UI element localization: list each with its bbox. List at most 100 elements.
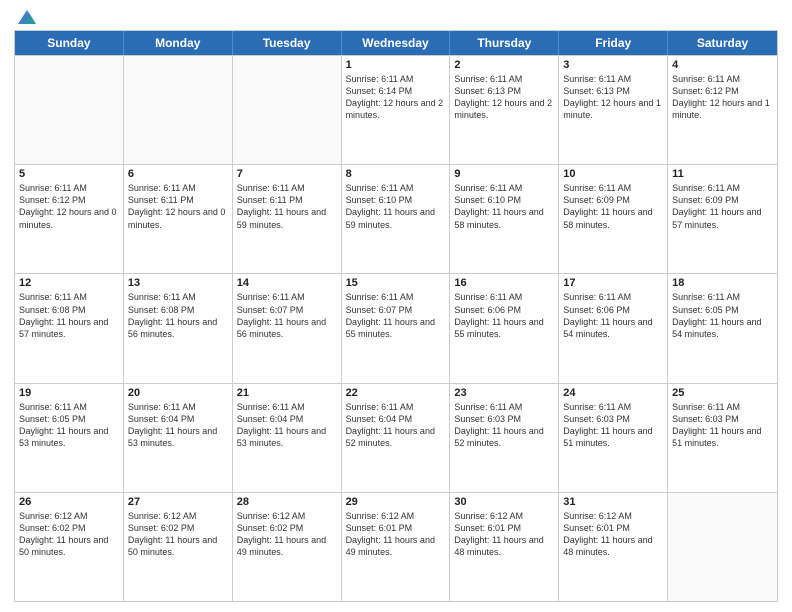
day-of-week-header: Monday — [124, 31, 233, 55]
calendar-cell: 18 Sunrise: 6:11 AM Sunset: 6:05 PM Dayli… — [668, 274, 777, 382]
day-info: Sunrise: 6:11 AM Sunset: 6:06 PM Dayligh… — [454, 291, 554, 340]
calendar-cell: 7 Sunrise: 6:11 AM Sunset: 6:11 PM Daylig… — [233, 165, 342, 273]
day-number: 17 — [563, 277, 663, 289]
day-info: Sunrise: 6:11 AM Sunset: 6:08 PM Dayligh… — [19, 291, 119, 340]
calendar-cell: 8Sunrise: 6:11 AM Sunset: 6:10 PM Daylig… — [342, 165, 451, 273]
day-number: 8 — [346, 168, 446, 180]
day-number: 19 — [19, 387, 119, 399]
calendar-cell: 4 Sunrise: 6:11 AM Sunset: 6:12 PM Daylig… — [668, 56, 777, 164]
day-info: Sunrise: 6:11 AM Sunset: 6:09 PM Dayligh… — [563, 182, 663, 231]
calendar-cell: 25Sunrise: 6:11 AM Sunset: 6:03 PM Dayli… — [668, 384, 777, 492]
day-number: 24 — [563, 387, 663, 399]
day-number: 20 — [128, 387, 228, 399]
calendar-cell: 12Sunrise: 6:11 AM Sunset: 6:08 PM Dayli… — [15, 274, 124, 382]
day-number: 14 — [237, 277, 337, 289]
calendar-cell: 20 Sunrise: 6:11 AM Sunset: 6:04 PM Dayli… — [124, 384, 233, 492]
calendar-cell: 27 Sunrise: 6:12 AM Sunset: 6:02 PM Dayli… — [124, 493, 233, 601]
day-number: 25 — [672, 387, 773, 399]
calendar-cell: 11 Sunrise: 6:11 AM Sunset: 6:09 PM Dayli… — [668, 165, 777, 273]
day-number: 9 — [454, 168, 554, 180]
calendar-cell — [233, 56, 342, 164]
calendar-cell: 9 Sunrise: 6:11 AM Sunset: 6:10 PM Daylig… — [450, 165, 559, 273]
calendar-cell: 5Sunrise: 6:11 AM Sunset: 6:12 PM Daylig… — [15, 165, 124, 273]
day-number: 4 — [672, 59, 773, 71]
day-info: Sunrise: 6:11 AM Sunset: 6:05 PM Dayligh… — [672, 291, 773, 340]
day-of-week-header: Wednesday — [342, 31, 451, 55]
calendar-cell: 19Sunrise: 6:11 AM Sunset: 6:05 PM Dayli… — [15, 384, 124, 492]
calendar-cell: 21 Sunrise: 6:11 AM Sunset: 6:04 PM Dayli… — [233, 384, 342, 492]
day-info: Sunrise: 6:11 AM Sunset: 6:04 PM Dayligh… — [128, 401, 228, 450]
calendar-body: 1 Sunrise: 6:11 AM Sunset: 6:14 PM Daylig… — [15, 55, 777, 601]
day-number: 21 — [237, 387, 337, 399]
day-info: Sunrise: 6:12 AM Sunset: 6:01 PM Dayligh… — [346, 510, 446, 559]
day-number: 13 — [128, 277, 228, 289]
day-of-week-header: Tuesday — [233, 31, 342, 55]
calendar-cell: 23 Sunrise: 6:11 AM Sunset: 6:03 PM Dayli… — [450, 384, 559, 492]
calendar-cell: 22Sunrise: 6:11 AM Sunset: 6:04 PM Dayli… — [342, 384, 451, 492]
day-info: Sunrise: 6:11 AM Sunset: 6:07 PM Dayligh… — [237, 291, 337, 340]
day-info: Sunrise: 6:11 AM Sunset: 6:14 PM Dayligh… — [346, 73, 446, 122]
day-info: Sunrise: 6:11 AM Sunset: 6:13 PM Dayligh… — [563, 73, 663, 122]
calendar-cell: 24 Sunrise: 6:11 AM Sunset: 6:03 PM Dayli… — [559, 384, 668, 492]
calendar-cell: 15Sunrise: 6:11 AM Sunset: 6:07 PM Dayli… — [342, 274, 451, 382]
day-of-week-header: Friday — [559, 31, 668, 55]
day-info: Sunrise: 6:11 AM Sunset: 6:07 PM Dayligh… — [346, 291, 446, 340]
page: SundayMondayTuesdayWednesdayThursdayFrid… — [0, 0, 792, 612]
day-info: Sunrise: 6:11 AM Sunset: 6:10 PM Dayligh… — [454, 182, 554, 231]
calendar-cell — [15, 56, 124, 164]
day-number: 31 — [563, 496, 663, 508]
day-number: 27 — [128, 496, 228, 508]
header — [14, 10, 778, 24]
day-info: Sunrise: 6:12 AM Sunset: 6:02 PM Dayligh… — [128, 510, 228, 559]
day-info: Sunrise: 6:11 AM Sunset: 6:06 PM Dayligh… — [563, 291, 663, 340]
day-number: 3 — [563, 59, 663, 71]
day-number: 29 — [346, 496, 446, 508]
calendar-week: 1 Sunrise: 6:11 AM Sunset: 6:14 PM Daylig… — [15, 55, 777, 164]
logo-icon — [16, 6, 38, 28]
calendar-cell: 13 Sunrise: 6:11 AM Sunset: 6:08 PM Dayli… — [124, 274, 233, 382]
calendar-cell — [668, 493, 777, 601]
day-info: Sunrise: 6:11 AM Sunset: 6:12 PM Dayligh… — [672, 73, 773, 122]
day-number: 28 — [237, 496, 337, 508]
day-number: 2 — [454, 59, 554, 71]
day-info: Sunrise: 6:11 AM Sunset: 6:08 PM Dayligh… — [128, 291, 228, 340]
day-info: Sunrise: 6:11 AM Sunset: 6:03 PM Dayligh… — [563, 401, 663, 450]
day-info: Sunrise: 6:11 AM Sunset: 6:09 PM Dayligh… — [672, 182, 773, 231]
calendar-cell: 30 Sunrise: 6:12 AM Sunset: 6:01 PM Dayli… — [450, 493, 559, 601]
day-number: 1 — [346, 59, 446, 71]
day-info: Sunrise: 6:11 AM Sunset: 6:11 PM Dayligh… — [237, 182, 337, 231]
calendar-header: SundayMondayTuesdayWednesdayThursdayFrid… — [15, 31, 777, 55]
day-info: Sunrise: 6:11 AM Sunset: 6:13 PM Dayligh… — [454, 73, 554, 122]
calendar-week: 26Sunrise: 6:12 AM Sunset: 6:02 PM Dayli… — [15, 492, 777, 601]
day-of-week-header: Sunday — [15, 31, 124, 55]
calendar-cell: 17 Sunrise: 6:11 AM Sunset: 6:06 PM Dayli… — [559, 274, 668, 382]
day-number: 18 — [672, 277, 773, 289]
calendar-week: 5Sunrise: 6:11 AM Sunset: 6:12 PM Daylig… — [15, 164, 777, 273]
day-info: Sunrise: 6:12 AM Sunset: 6:01 PM Dayligh… — [563, 510, 663, 559]
calendar-cell — [124, 56, 233, 164]
calendar-cell: 1 Sunrise: 6:11 AM Sunset: 6:14 PM Daylig… — [342, 56, 451, 164]
day-number: 7 — [237, 168, 337, 180]
day-info: Sunrise: 6:12 AM Sunset: 6:01 PM Dayligh… — [454, 510, 554, 559]
day-number: 16 — [454, 277, 554, 289]
calendar-cell: 2 Sunrise: 6:11 AM Sunset: 6:13 PM Daylig… — [450, 56, 559, 164]
calendar-week: 12Sunrise: 6:11 AM Sunset: 6:08 PM Dayli… — [15, 273, 777, 382]
day-number: 6 — [128, 168, 228, 180]
day-number: 11 — [672, 168, 773, 180]
day-of-week-header: Thursday — [450, 31, 559, 55]
calendar-cell: 31 Sunrise: 6:12 AM Sunset: 6:01 PM Dayli… — [559, 493, 668, 601]
day-info: Sunrise: 6:11 AM Sunset: 6:04 PM Dayligh… — [346, 401, 446, 450]
day-info: Sunrise: 6:11 AM Sunset: 6:12 PM Dayligh… — [19, 182, 119, 231]
calendar-cell: 10 Sunrise: 6:11 AM Sunset: 6:09 PM Dayli… — [559, 165, 668, 273]
day-info: Sunrise: 6:11 AM Sunset: 6:04 PM Dayligh… — [237, 401, 337, 450]
calendar-cell: 29 Sunrise: 6:12 AM Sunset: 6:01 PM Dayli… — [342, 493, 451, 601]
calendar-week: 19Sunrise: 6:11 AM Sunset: 6:05 PM Dayli… — [15, 383, 777, 492]
day-number: 23 — [454, 387, 554, 399]
calendar-cell: 28Sunrise: 6:12 AM Sunset: 6:02 PM Dayli… — [233, 493, 342, 601]
day-number: 10 — [563, 168, 663, 180]
calendar-cell: 6Sunrise: 6:11 AM Sunset: 6:11 PM Daylig… — [124, 165, 233, 273]
calendar: SundayMondayTuesdayWednesdayThursdayFrid… — [14, 30, 778, 602]
day-info: Sunrise: 6:11 AM Sunset: 6:03 PM Dayligh… — [454, 401, 554, 450]
calendar-cell: 26Sunrise: 6:12 AM Sunset: 6:02 PM Dayli… — [15, 493, 124, 601]
day-number: 30 — [454, 496, 554, 508]
